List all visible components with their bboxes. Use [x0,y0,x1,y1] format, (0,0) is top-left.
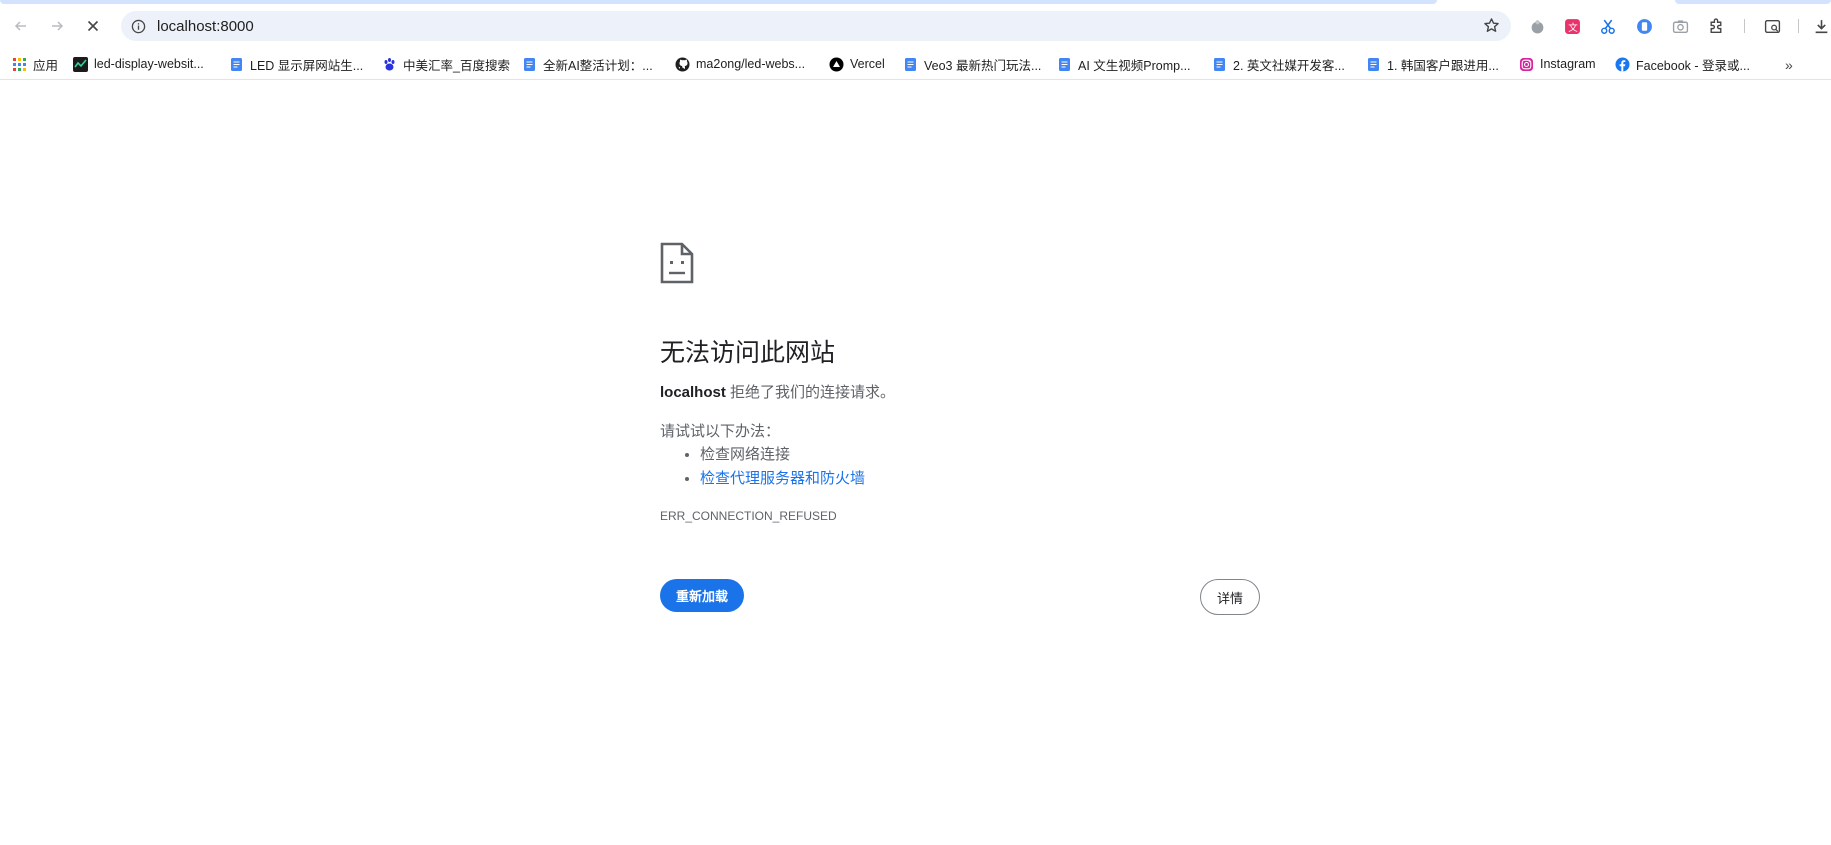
bookmark-label: Veo3 最新热门玩法... [924,58,1042,73]
github-icon [675,57,690,72]
doc-icon [229,57,244,72]
instagram-icon [1519,57,1534,72]
bookmark-item[interactable]: 2. 英文社媒开发客... [1212,54,1345,74]
bookmark-label: LED 显示屏网站生... [250,58,364,73]
bookmark-label: led-display-websit... [94,57,204,71]
blue-circle-extension-icon[interactable] [1635,17,1653,35]
forward-button[interactable] [44,13,70,39]
error-title: 无法访问此网站 [660,339,836,367]
facebook-icon [1615,57,1630,72]
bookmark-label: 1. 韩国客户跟进用... [1387,58,1499,73]
scissors-extension-icon[interactable] [1599,17,1617,35]
reload-button[interactable]: 重新加载 [660,579,744,612]
bookmark-item[interactable]: Facebook - 登录或... [1615,54,1750,74]
bookmark-item[interactable]: Vercel [829,54,885,74]
suggestions-list: 检查网络连接 检查代理服务器和防火墙 [684,443,865,491]
error-message-text: 拒绝了我们的连接请求。 [725,384,896,401]
close-icon [87,20,99,32]
extension-grey-icon[interactable] [1528,17,1546,35]
address-bar[interactable]: localhost:8000 [121,11,1511,41]
doc-icon [1366,57,1381,72]
toolbar-divider [1798,19,1799,33]
bookmark-item[interactable]: AI 文生视频Promp... [1057,54,1191,74]
url-text[interactable]: localhost:8000 [157,18,254,35]
more-bookmarks-chevron-icon[interactable]: » [1785,57,1793,73]
doc-icon [1212,57,1227,72]
details-button[interactable]: 详情 [1200,579,1260,615]
bookmark-label: Vercel [850,57,885,71]
bookmark-item[interactable]: 全新AI整活计划：... [522,54,653,74]
bookmark-label: ma2ong/led-webs... [696,57,806,71]
back-button[interactable] [8,13,34,39]
translate-extension-icon[interactable]: 文 [1563,17,1581,35]
stop-loading-button[interactable] [80,13,106,39]
arrow-left-icon [14,21,26,31]
vercel-icon [829,57,844,72]
bookmarks-bar: 应用 led-display-websit... LED 显示屏网站生... 中… [0,48,1831,80]
sad-page-icon [660,242,694,284]
toolbar-divider [1744,19,1745,33]
bookmark-apps[interactable]: 应用 [12,54,58,74]
baidu-paw-icon [382,57,397,72]
camera-extension-icon[interactable] [1671,17,1689,35]
apps-grid-icon [12,57,27,72]
bookmark-item[interactable]: led-display-websit... [73,54,204,74]
bookmark-label: 2. 英文社媒开发客... [1233,58,1345,73]
tab-search-icon[interactable] [1763,17,1781,35]
arrow-right-icon [52,21,64,31]
bookmark-item[interactable]: 1. 韩国客户跟进用... [1366,54,1499,74]
extensions-puzzle-icon[interactable] [1707,17,1725,35]
doc-icon [522,57,537,72]
doc-icon [903,57,918,72]
site-info-icon[interactable] [129,17,147,35]
bookmark-label: 全新AI整活计划：... [543,58,653,73]
download-icon[interactable] [1812,17,1830,35]
error-message: localhost 拒绝了我们的连接请求。 [660,381,895,402]
bookmark-star-icon[interactable] [1483,17,1501,35]
bookmark-label: Instagram [1540,57,1596,71]
error-host: localhost [660,384,726,401]
bookmark-item[interactable]: LED 显示屏网站生... [229,54,363,74]
suggestion-check-network: 检查网络连接 [700,443,865,467]
bookmark-item[interactable]: 中美汇率_百度搜索 [382,54,510,74]
bookmark-item[interactable]: Instagram [1519,54,1596,74]
bookmark-item[interactable]: ma2ong/led-webs... [675,54,805,74]
suggestions-heading: 请试试以下办法： [660,423,781,440]
browser-toolbar: localhost:8000 文 [0,4,1831,48]
bookmark-label: AI 文生视频Promp... [1078,58,1191,73]
bookmark-label: 应用 [33,58,59,73]
bookmark-label: 中美汇率_百度搜索 [403,58,510,73]
bookmark-item[interactable]: Veo3 最新热门玩法... [903,54,1041,74]
error-code: ERR_CONNECTION_REFUSED [660,509,837,523]
suggestion-check-proxy-link[interactable]: 检查代理服务器和防火墙 [700,467,865,491]
doc-icon [1057,57,1072,72]
svg-text:文: 文 [1568,21,1578,33]
chart-favicon-icon [73,56,88,72]
bookmark-label: Facebook - 登录或... [1636,58,1750,73]
